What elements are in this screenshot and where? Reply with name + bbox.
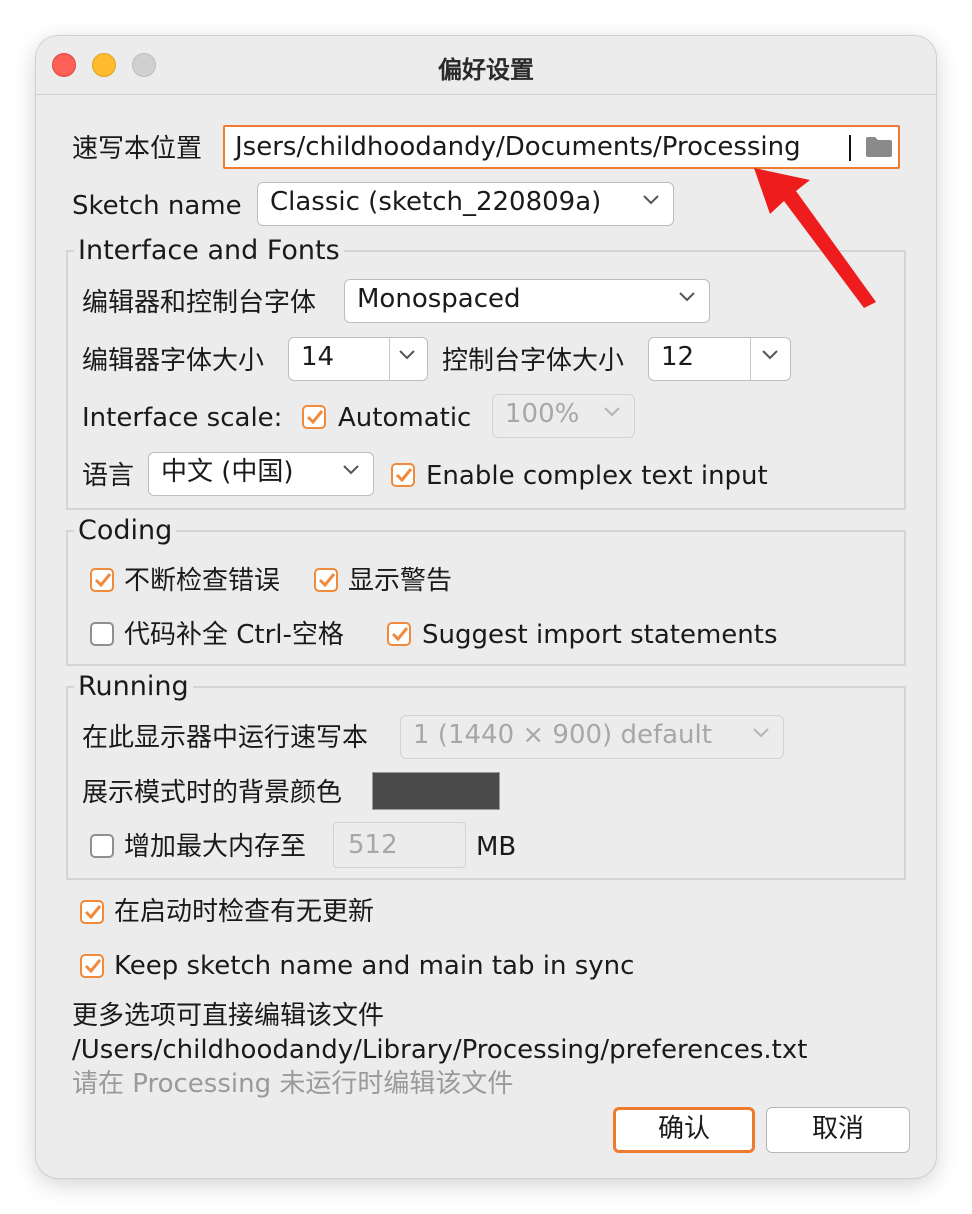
- interface-scale-automatic-checkbox[interactable]: [302, 405, 326, 429]
- chevron-down-icon: [343, 465, 359, 475]
- coding-legend: Coding: [74, 514, 177, 548]
- editor-font-size-value: 14: [301, 342, 335, 372]
- sync-tab-name-label: Keep sketch name and main tab in sync: [114, 951, 635, 981]
- continuous-check-checkbox[interactable]: [90, 568, 114, 592]
- sketch-name-value: Classic (sketch_220809a): [270, 187, 602, 217]
- text-cursor: [849, 135, 851, 161]
- checkmark-icon: [395, 468, 413, 483]
- more-options-text: 更多选项可直接编辑该文件: [72, 1001, 385, 1031]
- window-title: 偏好设置: [438, 56, 534, 84]
- chevron-down-icon: [399, 350, 415, 360]
- chevron-down-icon: [604, 407, 620, 417]
- edit-note-text: 请在 Processing 未运行时编辑该文件: [72, 1069, 514, 1099]
- sketchbook-location-label: 速写本位置: [72, 134, 203, 164]
- show-warnings-label: 显示警告: [348, 566, 453, 596]
- checkmark-icon: [84, 905, 102, 920]
- combo-divider: [389, 338, 390, 380]
- console-font-size-select[interactable]: 12: [648, 337, 791, 381]
- sketch-name-label: Sketch name: [72, 191, 242, 221]
- editor-font-select[interactable]: Monospaced: [344, 279, 710, 323]
- sketch-name-select[interactable]: Classic (sketch_220809a): [257, 182, 674, 226]
- preferences-file-path: /Users/childhoodandy/Library/Processing/…: [72, 1035, 808, 1065]
- running-legend: Running: [74, 670, 193, 704]
- max-memory-field[interactable]: 512: [333, 822, 466, 868]
- interface-fonts-legend: Interface and Fonts: [74, 234, 344, 268]
- folder-icon[interactable]: [865, 136, 893, 162]
- run-display-label: 在此显示器中运行速写本: [82, 723, 369, 753]
- annotation-arrow-icon: [754, 168, 876, 308]
- editor-font-size-select[interactable]: 14: [288, 337, 428, 381]
- show-warnings-checkbox[interactable]: [314, 568, 338, 592]
- startup-update-check-label: 在启动时检查有无更新: [114, 897, 375, 927]
- suggest-imports-checkbox[interactable]: [387, 622, 411, 646]
- sketchbook-location-value: Jsers/childhoodandy/Documents/Processing: [235, 132, 801, 162]
- max-memory-checkbox[interactable]: [90, 834, 114, 858]
- language-value: 中文 (中国): [161, 457, 294, 487]
- checkmark-icon: [84, 959, 102, 974]
- checkmark-icon: [94, 573, 112, 588]
- chevron-down-icon: [753, 728, 769, 738]
- language-label: 语言: [82, 461, 135, 491]
- combo-divider: [750, 338, 751, 380]
- run-display-value: 1 (1440 × 900) default: [413, 720, 712, 750]
- editor-font-label: 编辑器和控制台字体: [82, 288, 317, 318]
- code-completion-checkbox[interactable]: [90, 622, 114, 646]
- chevron-down-icon: [679, 292, 695, 302]
- chevron-down-icon: [762, 350, 778, 360]
- sync-tab-name-checkbox[interactable]: [80, 954, 104, 978]
- max-memory-value: 512: [348, 830, 398, 860]
- memory-unit-label: MB: [476, 832, 517, 862]
- interface-scale-automatic-label: Automatic: [338, 403, 472, 433]
- complex-text-input-label: Enable complex text input: [426, 461, 768, 491]
- interface-scale-value: 100%: [505, 399, 580, 429]
- interface-scale-select[interactable]: 100%: [492, 394, 635, 438]
- present-bg-color-label: 展示模式时的背景颜色: [82, 778, 343, 808]
- editor-font-size-label: 编辑器字体大小: [82, 346, 265, 376]
- suggest-imports-label: Suggest import statements: [422, 620, 778, 650]
- max-memory-label: 增加最大内存至: [124, 832, 307, 862]
- continuous-check-label: 不断检查错误: [124, 566, 281, 596]
- interface-scale-label: Interface scale:: [82, 403, 283, 433]
- editor-font-value: Monospaced: [357, 284, 521, 314]
- cancel-button[interactable]: 取消: [766, 1107, 910, 1153]
- console-font-size-label: 控制台字体大小: [442, 346, 625, 376]
- startup-update-check-checkbox[interactable]: [80, 900, 104, 924]
- run-display-select[interactable]: 1 (1440 × 900) default: [400, 715, 784, 759]
- console-font-size-value: 12: [661, 342, 695, 372]
- checkmark-icon: [306, 410, 324, 425]
- checkmark-icon: [318, 573, 336, 588]
- ok-button[interactable]: 确认: [613, 1107, 755, 1153]
- present-bg-color-swatch[interactable]: [372, 772, 500, 810]
- complex-text-input-checkbox[interactable]: [391, 463, 415, 487]
- title-bar: 偏好设置: [36, 36, 936, 95]
- language-select[interactable]: 中文 (中国): [148, 452, 374, 496]
- chevron-down-icon: [643, 195, 659, 205]
- code-completion-label: 代码补全 Ctrl-空格: [124, 620, 344, 650]
- checkmark-icon: [391, 627, 409, 642]
